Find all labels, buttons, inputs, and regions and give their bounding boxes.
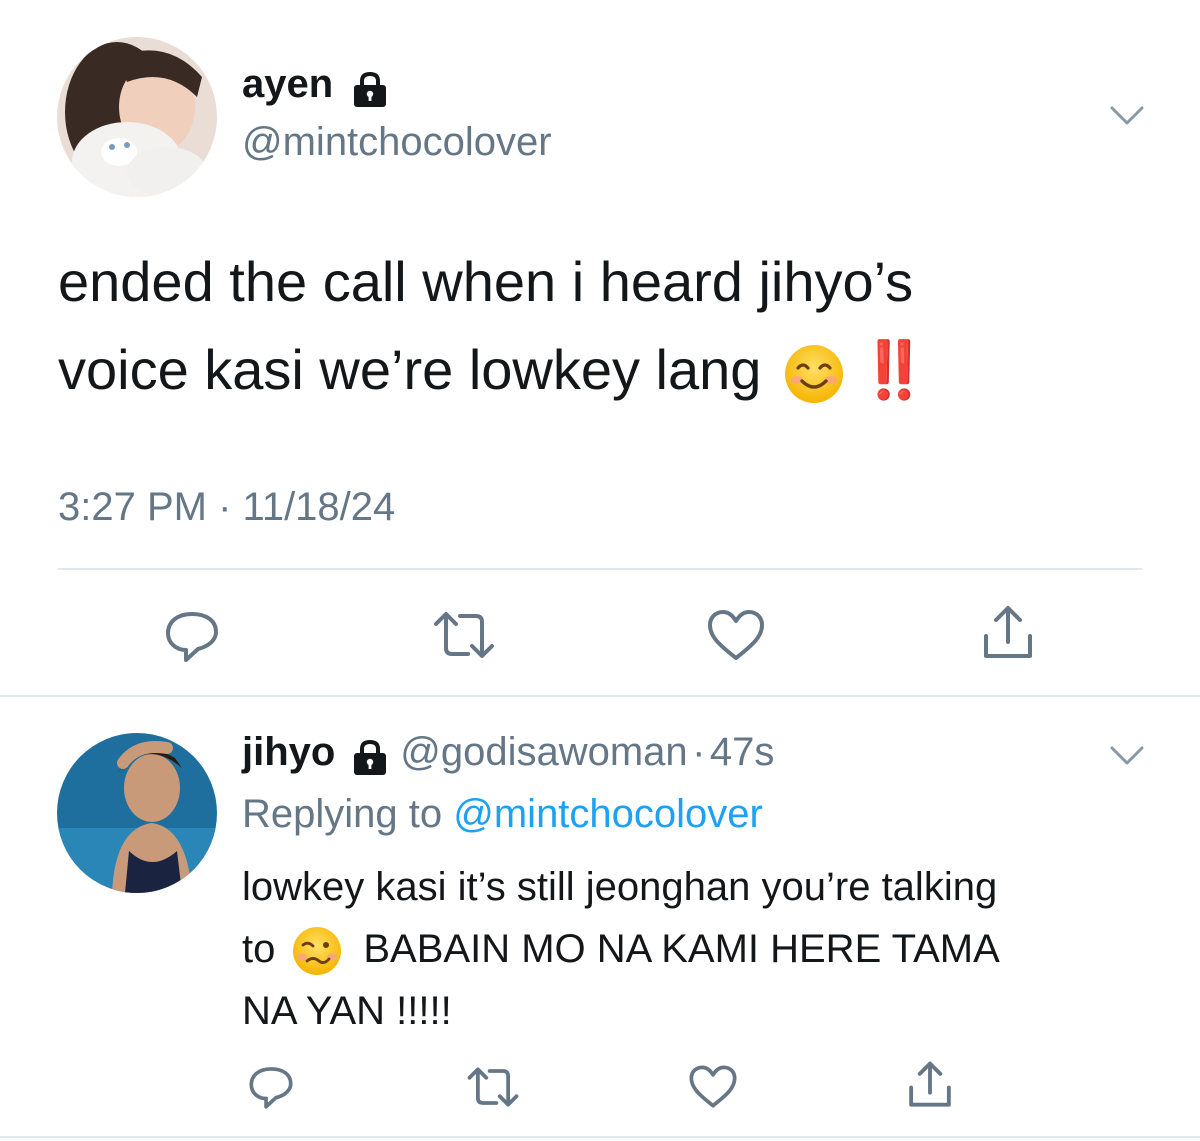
smiling-face-emoji-icon	[783, 326, 845, 414]
tweet-date-separator: ·	[218, 485, 232, 529]
tweet-date: 11/18/24	[242, 485, 396, 529]
tweet-time: 3:27 PM	[58, 485, 207, 529]
reply-text-line2-b: BABAIN MO NA KAMI HERE TAMA	[363, 927, 1000, 971]
author-handle[interactable]: @mintchocolover	[242, 120, 552, 165]
reply-text-line2-a: to	[242, 927, 276, 971]
tweet-text-line2-row: voice kasi we’re lowkey lang ‼️	[58, 326, 929, 414]
heart-icon[interactable]	[688, 1064, 738, 1109]
retweet-icon[interactable]	[432, 610, 496, 660]
thread-divider	[0, 695, 1200, 697]
double-exclamation-emoji: ‼️	[859, 338, 929, 401]
retweet-icon[interactable]	[466, 1066, 520, 1108]
chevron-down-icon[interactable]	[1110, 105, 1144, 127]
bottom-divider	[0, 1136, 1200, 1138]
share-icon[interactable]	[906, 1060, 954, 1110]
reply-author-handle[interactable]: @godisawoman	[400, 730, 687, 774]
avatar-jihyo[interactable]	[57, 733, 217, 893]
reply-header: jihyo @godisawoman · 47s	[242, 730, 774, 782]
lock-icon	[350, 71, 390, 114]
tweet-timestamp[interactable]: 3:27 PM · 11/18/24	[58, 485, 395, 530]
heart-icon[interactable]	[706, 608, 766, 662]
lock-icon	[350, 739, 390, 782]
reply-author-name[interactable]: jihyo	[242, 730, 335, 774]
replying-to: Replying to @mintchocolover	[242, 792, 763, 837]
share-icon[interactable]	[980, 604, 1036, 662]
chevron-down-icon[interactable]	[1110, 745, 1144, 767]
reply-text-line3: NA YAN !!!!!	[242, 989, 452, 1033]
divider	[58, 568, 1142, 570]
reply-icon[interactable]	[246, 1064, 296, 1110]
reply-text: lowkey kasi it’s still jeonghan you’re t…	[242, 856, 1000, 1042]
reply-time[interactable]: 47s	[710, 730, 775, 774]
reply-text-line2-row: to BABAIN MO NA KAMI HERE TAMA	[242, 918, 1000, 980]
author-name[interactable]: ayen	[242, 62, 333, 106]
tweet-text-line2: voice kasi we’re lowkey lang	[58, 338, 762, 401]
reply-icon[interactable]	[162, 608, 222, 664]
reply-time-separator: ·	[692, 730, 706, 774]
reply-text-line1: lowkey kasi it’s still jeonghan you’re t…	[242, 865, 998, 909]
replying-to-link[interactable]: @mintchocolover	[453, 792, 763, 836]
replying-to-prefix: Replying to	[242, 792, 443, 836]
avatar-ayen[interactable]	[57, 37, 217, 197]
tweet-text: ended the call when i heard jihyo’s voic…	[58, 238, 929, 414]
author-row: ayen	[242, 62, 390, 114]
woozy-face-emoji-icon	[291, 918, 343, 980]
tweet-text-line1: ended the call when i heard jihyo’s	[58, 250, 914, 313]
